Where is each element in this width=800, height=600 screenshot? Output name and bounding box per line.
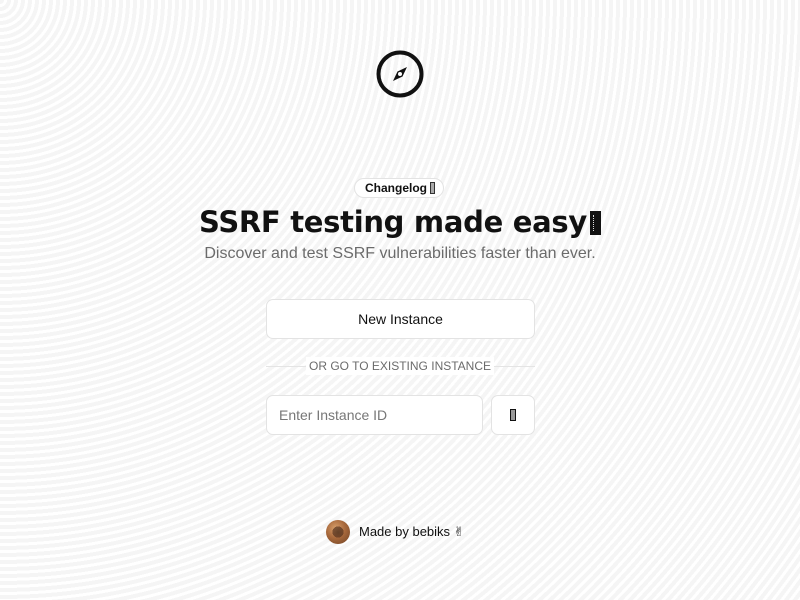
emoji-icon	[589, 211, 601, 235]
divider-label: OR GO TO EXISTING INSTANCE	[306, 357, 494, 375]
instance-id-input[interactable]	[266, 395, 483, 435]
new-instance-button[interactable]: New Instance	[266, 299, 535, 339]
changelog-link[interactable]: Changelog	[354, 178, 444, 198]
page-subtitle: Discover and test SSRF vulnerabilities f…	[204, 245, 596, 262]
compass-icon	[375, 49, 425, 99]
changelog-label: Changelog	[365, 181, 427, 195]
page-title: SSRF testing made easy	[0, 205, 800, 239]
footer-credit: Made by bebiks ✌	[326, 520, 465, 544]
divider-line-right	[494, 366, 535, 367]
avatar	[326, 520, 350, 544]
go-to-instance-button[interactable]	[491, 395, 535, 435]
footer-text: Made by bebiks ✌	[359, 524, 465, 539]
external-link-icon	[430, 182, 435, 194]
arrow-right-icon	[510, 409, 516, 421]
page-title-text: SSRF testing made easy	[199, 205, 587, 239]
divider-line-left	[266, 366, 306, 367]
